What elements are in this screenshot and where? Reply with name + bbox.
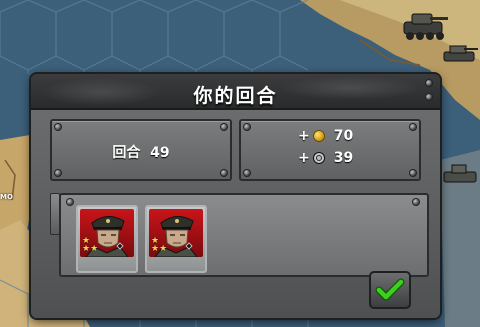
- general-portrait-icon: ★ ★★: [149, 209, 203, 257]
- infantry-unit-icon[interactable]: [440, 160, 480, 190]
- rivet-icon: [426, 80, 432, 86]
- turn-panel: 回合 49: [50, 119, 232, 181]
- resources-panel: + 70 + 39: [239, 119, 421, 181]
- confirm-button[interactable]: [369, 271, 411, 309]
- rivet-icon: [67, 199, 73, 205]
- generals-tray: ★ ★★ ★ ★★: [59, 193, 429, 277]
- industry-sign: +: [298, 150, 310, 166]
- gold-sign: +: [298, 128, 310, 144]
- rivet-icon: [221, 124, 227, 130]
- dialog-title: 你的回合: [193, 85, 278, 107]
- dialog-header: 你的回合: [31, 74, 440, 110]
- rivet-icon: [244, 124, 250, 130]
- rivet-icon: [410, 170, 416, 176]
- rivet-icon: [413, 199, 419, 205]
- general-card[interactable]: ★ ★★: [145, 205, 207, 273]
- rivet-icon: [410, 124, 416, 130]
- gold-coin-icon: [313, 131, 324, 141]
- industry-income-row: + 39: [298, 150, 353, 166]
- turn-label: 回合: [112, 145, 141, 161]
- rivet-icon: [55, 124, 61, 130]
- rivet-icon: [426, 94, 432, 100]
- general-rank-stars-icon: ★ ★★: [82, 236, 99, 254]
- general-portrait-icon: ★ ★★: [80, 209, 134, 257]
- turn-counter: 回合 49: [52, 142, 230, 162]
- gold-income-value: 70: [333, 128, 354, 144]
- general-rank-stars-icon: ★ ★★: [151, 236, 168, 254]
- general-card[interactable]: ★ ★★: [76, 205, 138, 273]
- turn-number: 49: [150, 145, 170, 161]
- rivet-icon: [221, 170, 227, 176]
- artillery-unit-icon[interactable]: [440, 38, 480, 68]
- gold-income-row: + 70: [298, 128, 353, 144]
- rivet-icon: [244, 170, 250, 176]
- map-city-label: MO: [0, 193, 13, 201]
- industry-income-value: 39: [333, 150, 354, 166]
- rivet-icon: [55, 170, 61, 176]
- industry-gear-icon: [313, 153, 324, 163]
- checkmark-icon: [375, 278, 405, 301]
